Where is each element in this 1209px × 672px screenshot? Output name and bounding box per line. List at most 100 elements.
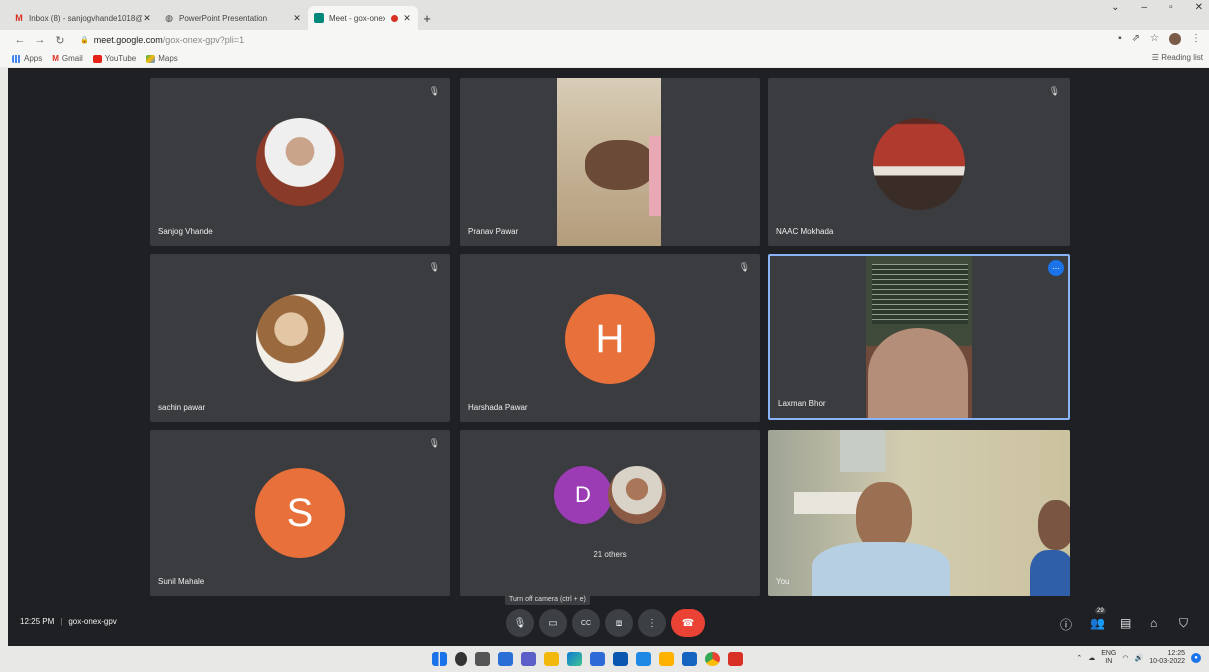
avatar <box>873 118 965 210</box>
zoom-icon[interactable] <box>682 652 697 666</box>
leave-call-button[interactable]: ☎ <box>671 609 705 637</box>
new-tab-button[interactable]: + <box>418 6 436 30</box>
meeting-details-icon[interactable]: ⓘ <box>1060 616 1072 633</box>
tab-title: Meet - gox-onex-gpv <box>329 13 385 23</box>
reading-list-icon: ☰ <box>1151 53 1159 62</box>
tab-gmail[interactable]: M Inbox (8) - sanjogvhande1018@ ✕ <box>8 6 158 30</box>
acrobat-icon[interactable] <box>728 652 743 666</box>
participant-tile[interactable]: Pranav Pawar <box>460 78 760 246</box>
file-explorer-icon[interactable] <box>544 652 559 666</box>
taskbar-apps <box>432 652 743 666</box>
camera-icon: ▭ <box>548 617 558 629</box>
back-icon[interactable]: ← <box>12 34 28 46</box>
screen: M Inbox (8) - sanjogvhande1018@ ✕ ◍ Powe… <box>0 0 1209 672</box>
camera-button[interactable]: ▭ <box>539 609 567 637</box>
tab-search-icon[interactable]: ⌄ <box>1111 2 1119 13</box>
divider: | <box>60 617 63 626</box>
youtube-icon <box>92 54 102 63</box>
task-view-icon[interactable] <box>475 652 490 666</box>
bookmark-youtube[interactable]: YouTube <box>92 54 137 63</box>
reload-icon[interactable]: ↻ <box>52 34 68 47</box>
participant-tile[interactable]: 🎙 sachin pawar <box>150 254 450 422</box>
mail-icon[interactable] <box>613 652 628 666</box>
close-tab-icon[interactable]: ✕ <box>402 13 412 24</box>
video-feed <box>768 430 1070 596</box>
teams-icon[interactable] <box>521 652 536 666</box>
maximize-icon[interactable]: ▫ <box>1169 2 1173 13</box>
bookmark-maps[interactable]: Maps <box>146 54 178 63</box>
store-icon[interactable] <box>590 652 605 666</box>
reading-list-label: Reading list <box>1161 53 1203 62</box>
host-controls-icon[interactable]: ⛉ <box>1179 616 1188 631</box>
mic-muted-icon: 🎙 <box>428 438 440 448</box>
search-icon[interactable] <box>455 652 467 666</box>
chat-icon[interactable]: ▤ <box>1120 616 1131 630</box>
bookmark-label: YouTube <box>104 54 137 63</box>
share-icon[interactable]: ⇗ <box>1132 33 1140 45</box>
reading-list-button[interactable]: ☰ Reading list <box>1152 53 1203 62</box>
others-tile[interactable]: D 21 others <box>460 430 760 596</box>
window-controls: ⌄ – ▫ ✕ <box>1111 2 1203 13</box>
recording-indicator-icon <box>391 14 398 22</box>
participant-tile[interactable]: S 🎙 Sunil Mahale <box>150 430 450 596</box>
avatar <box>256 294 344 382</box>
minimize-icon[interactable]: – <box>1142 2 1148 13</box>
participant-tile[interactable]: 🎙 NAAC Mokhada <box>768 78 1070 246</box>
gmail-icon: M <box>15 13 23 23</box>
chevron-up-icon[interactable]: ⌃ <box>1076 654 1082 662</box>
people-button[interactable]: 👥 29 <box>1090 608 1106 630</box>
tab-title: Inbox (8) - sanjogvhande1018@ <box>29 13 142 23</box>
more-options-icon[interactable]: ⋯ <box>1048 260 1064 276</box>
tooltip: Turn off camera (ctrl + e) <box>505 594 590 605</box>
mic-muted-icon: 🎙 <box>738 262 750 272</box>
wifi-icon[interactable]: ◠ <box>1122 654 1128 662</box>
browser-tab-strip: M Inbox (8) - sanjogvhande1018@ ✕ ◍ Powe… <box>0 0 1209 30</box>
volume-icon[interactable]: 🔊 <box>1134 654 1143 662</box>
close-window-icon[interactable]: ✕ <box>1195 2 1203 13</box>
bookmark-label: Apps <box>24 54 43 63</box>
url-field[interactable]: 🔒 meet.google.com /gox-onex-gpv?pli=1 <box>80 35 244 45</box>
self-tile[interactable]: You <box>768 430 1070 596</box>
participant-tile[interactable]: 🎙 Sanjog Vhande <box>150 78 450 246</box>
start-icon[interactable] <box>432 652 447 666</box>
system-tray: ⌃ ☁ ENG IN ◠ 🔊 12:25 10-03-2022 ● <box>1076 650 1201 666</box>
edge-icon[interactable] <box>567 652 582 666</box>
clock[interactable]: 12:25 10-03-2022 <box>1149 650 1185 666</box>
bookmark-star-icon[interactable]: ☆ <box>1150 33 1159 45</box>
globe-icon: ◍ <box>165 13 173 23</box>
participant-tile-active[interactable]: ⋯ Laxman Bhor <box>768 254 1070 420</box>
notification-icon[interactable]: ● <box>1191 653 1201 663</box>
lock-icon[interactable]: 🔒 <box>80 36 89 44</box>
language-indicator[interactable]: ENG IN <box>1101 650 1116 666</box>
more-options-button[interactable]: ⋮ <box>638 609 666 637</box>
camera-icon[interactable]: ▪ <box>1118 33 1122 45</box>
participant-name: Pranav Pawar <box>468 227 519 236</box>
activities-icon[interactable]: ⌂ <box>1150 616 1157 630</box>
bookmark-gmail[interactable]: M Gmail <box>52 54 83 63</box>
microphone-button[interactable]: 🎙 <box>506 609 534 637</box>
meeting-time: 12:25 PM <box>20 617 55 626</box>
profile-avatar[interactable] <box>1169 33 1181 45</box>
end-call-icon: ☎ <box>681 617 695 629</box>
chrome-icon[interactable] <box>705 652 720 666</box>
photos-icon[interactable] <box>636 652 651 666</box>
forward-icon[interactable]: → <box>32 34 48 46</box>
close-tab-icon[interactable]: ✕ <box>142 13 152 24</box>
present-button[interactable]: ⧈ <box>605 609 633 637</box>
tab-powerpoint[interactable]: ◍ PowerPoint Presentation ✕ <box>158 6 308 30</box>
more-vert-icon: ⋮ <box>647 617 657 629</box>
participant-tile[interactable]: H 🎙 Harshada Pawar <box>460 254 760 422</box>
tab-meet[interactable]: Meet - gox-onex-gpv ✕ <box>308 6 418 30</box>
onedrive-icon[interactable]: ☁ <box>1088 654 1095 662</box>
mic-muted-icon: 🎙 <box>1048 86 1060 96</box>
widgets-icon[interactable] <box>498 652 513 666</box>
menu-icon[interactable]: ⋮ <box>1191 33 1201 45</box>
gmail-icon: M <box>52 54 59 63</box>
participant-count-badge: 29 <box>1095 608 1106 614</box>
bookmark-apps[interactable]: Apps <box>12 54 42 63</box>
avatar-initial: D <box>554 466 612 524</box>
app-icon[interactable] <box>659 652 674 666</box>
mic-muted-icon: 🎙 <box>428 262 440 272</box>
captions-button[interactable]: CC <box>572 609 600 637</box>
close-tab-icon[interactable]: ✕ <box>292 13 302 24</box>
